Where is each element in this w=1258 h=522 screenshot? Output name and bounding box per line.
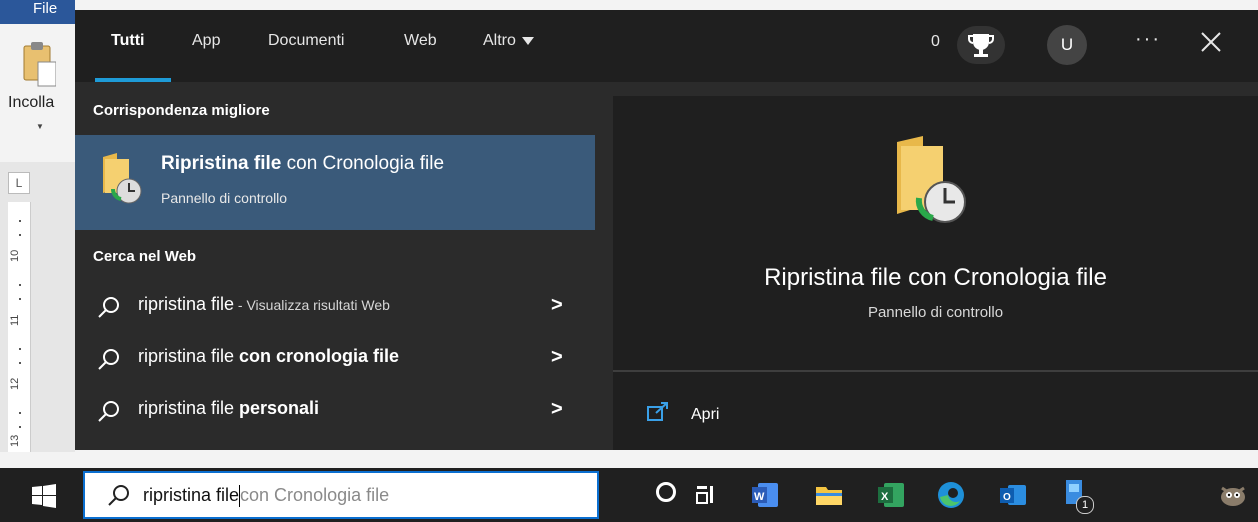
best-match-result[interactable]: Ripristina file con Cronologia file Pann… xyxy=(75,135,595,230)
windows-start-icon[interactable] xyxy=(32,484,56,508)
cortana-icon[interactable] xyxy=(656,482,676,502)
ruler-number: 12 xyxy=(9,377,21,390)
preview-title: Ripristina file con Cronologia file xyxy=(764,264,1107,291)
preview-divider xyxy=(613,370,1258,372)
tab-documenti[interactable]: Documenti xyxy=(268,32,344,50)
paste-dropdown-icon[interactable]: ▼ xyxy=(36,122,44,131)
vertical-ruler: L 10 11 12 13 xyxy=(0,162,75,452)
ruler-tick xyxy=(19,234,21,236)
web-result-bold: con cronologia file xyxy=(239,346,400,366)
search-icon xyxy=(98,349,119,370)
web-result[interactable]: ripristina file con cronologia file > xyxy=(75,334,595,382)
tab-tutti[interactable]: Tutti xyxy=(111,32,144,50)
ruler-tick xyxy=(19,426,21,428)
rewards-button[interactable] xyxy=(957,26,1005,64)
search-panel: Tutti App Documenti Web Altro 0 U ··· Co… xyxy=(75,10,1258,450)
ruler-tick xyxy=(19,348,21,350)
web-result-query: ripristina file xyxy=(138,294,235,314)
word-file-tab[interactable]: File xyxy=(0,0,75,24)
tab-app[interactable]: App xyxy=(192,32,220,50)
file-history-icon xyxy=(897,136,966,223)
web-result[interactable]: ripristina file - Visualizza risultati W… xyxy=(75,282,595,330)
ruler-bar xyxy=(8,202,31,452)
rewards-points: 0 xyxy=(931,33,940,50)
file-explorer-icon[interactable] xyxy=(814,480,844,510)
file-history-icon xyxy=(103,153,142,204)
ruler-tick xyxy=(19,284,21,286)
web-result-suffix: - Visualizza risultati Web xyxy=(234,297,390,313)
open-label: Apri xyxy=(691,406,720,423)
web-search-heading: Cerca nel Web xyxy=(93,248,197,265)
chevron-right-icon[interactable]: > xyxy=(551,294,563,317)
chevron-down-icon xyxy=(521,36,534,45)
web-result[interactable]: ripristina file personali > xyxy=(75,386,595,434)
search-icon xyxy=(98,297,119,318)
best-match-heading: Corrispondenza migliore xyxy=(93,102,270,119)
ruler-tick xyxy=(19,220,21,222)
tab-altro[interactable]: Altro xyxy=(483,32,534,50)
best-match-title: Ripristina file con Cronologia file xyxy=(161,153,444,175)
preview-pane: Ripristina file con Cronologia file Pann… xyxy=(613,96,1258,450)
web-result-text: ripristina file - Visualizza risultati W… xyxy=(138,294,390,315)
open-icon xyxy=(647,402,668,421)
chevron-right-icon[interactable]: > xyxy=(551,346,563,369)
web-result-query: ripristina file xyxy=(138,398,240,418)
tab-selector[interactable]: L xyxy=(8,172,30,194)
best-match-title-bold: Ripristina file xyxy=(161,153,282,174)
tab-altro-label: Altro xyxy=(483,32,516,49)
user-avatar-button[interactable]: U xyxy=(1047,25,1087,65)
trophy-icon xyxy=(968,34,994,57)
search-input[interactable]: ripristina filecon Cronologia file xyxy=(143,485,390,508)
paste-label[interactable]: Incolla xyxy=(8,94,54,112)
web-result-text: ripristina file con cronologia file xyxy=(138,346,399,367)
edge-browser-icon[interactable] xyxy=(936,480,966,510)
preview-subtitle: Pannello di controllo xyxy=(867,304,1004,321)
ruler-tick xyxy=(19,298,21,300)
word-app-icon[interactable]: W xyxy=(750,480,780,510)
search-icon xyxy=(98,401,119,422)
chevron-right-icon[interactable]: > xyxy=(551,398,563,421)
close-icon[interactable] xyxy=(1199,30,1223,54)
taskbar-search-box[interactable]: ripristina filecon Cronologia file xyxy=(83,471,599,519)
search-typed-text: ripristina file xyxy=(143,485,240,505)
notification-badge: 1 xyxy=(1076,496,1094,514)
tab-web[interactable]: Web xyxy=(404,32,437,50)
open-action[interactable]: Apri xyxy=(647,402,827,432)
task-view-icon[interactable] xyxy=(690,480,720,510)
svg-text:W: W xyxy=(754,491,765,503)
best-match-title-rest: con Cronologia file xyxy=(281,153,445,174)
best-match-subtitle: Pannello di controllo xyxy=(161,190,288,206)
outlook-app-icon[interactable]: O xyxy=(998,480,1028,510)
search-icon xyxy=(108,485,129,506)
web-result-text: ripristina file personali xyxy=(138,398,319,419)
excel-app-icon[interactable]: X xyxy=(876,480,906,510)
web-result-query: ripristina file xyxy=(138,346,240,366)
results-list: Corrispondenza migliore Ripristina file … xyxy=(75,82,595,450)
ruler-tick xyxy=(19,412,21,414)
control-panel-app[interactable]: 1 xyxy=(1062,478,1096,514)
clipboard-icon[interactable] xyxy=(22,40,56,88)
more-options-button[interactable]: ··· xyxy=(1135,28,1161,51)
ruler-number: 11 xyxy=(9,314,21,326)
ruler-number: 10 xyxy=(9,249,21,262)
gimp-app-icon[interactable] xyxy=(1218,480,1248,510)
svg-text:O: O xyxy=(1003,492,1011,503)
word-background: File Incolla ▼ L 10 11 12 13 xyxy=(0,0,75,452)
svg-text:X: X xyxy=(881,491,889,503)
taskbar: ripristina filecon Cronologia file W X O… xyxy=(0,468,1258,522)
search-topbar: Tutti App Documenti Web Altro 0 U ··· xyxy=(75,10,1258,82)
ruler-tick xyxy=(19,362,21,364)
search-autocomplete-hint: con Cronologia file xyxy=(240,485,390,505)
web-result-bold: personali xyxy=(239,398,320,418)
ruler-number: 13 xyxy=(9,434,21,447)
